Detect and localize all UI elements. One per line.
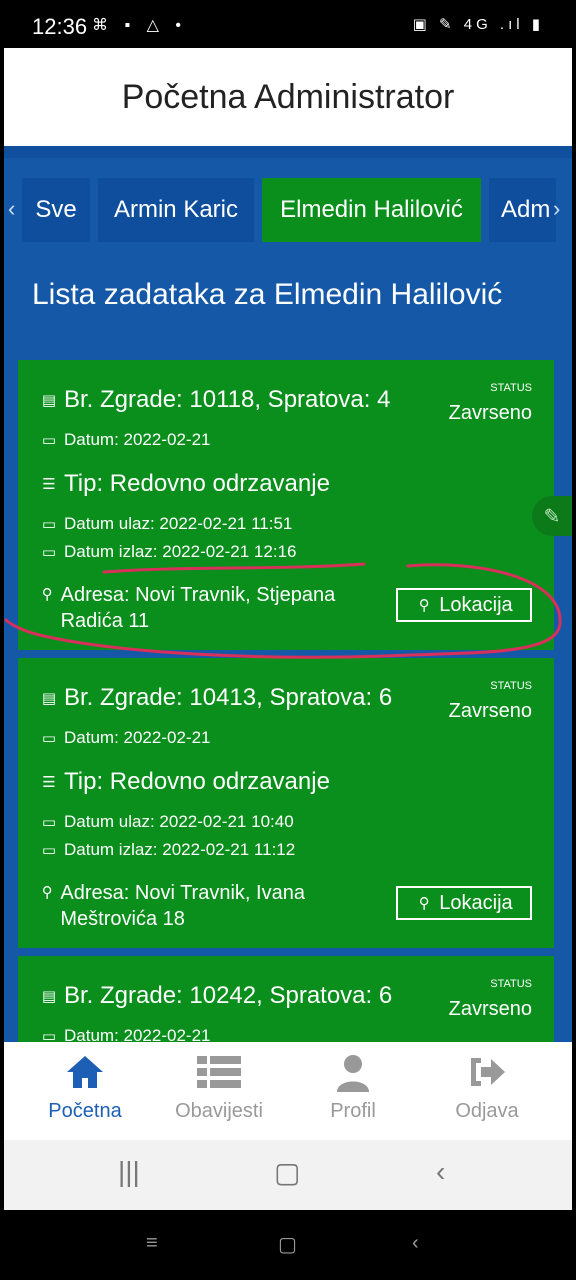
date-text: Datum: 2022-02-21 <box>64 430 211 449</box>
edit-icon[interactable]: ✎ <box>532 496 572 536</box>
exit-time-row: ▭ Datum izlaz: 2022-02-21 12:16 <box>40 542 297 562</box>
system-navigation-bar: ||| ▢ ‹ <box>4 1140 572 1210</box>
nav-profil[interactable]: Profil <box>282 1042 424 1140</box>
calendar-icon: ▭ <box>41 814 57 831</box>
back-icon[interactable]: ‹ <box>412 1232 419 1255</box>
list-icon: ☰ <box>42 774 56 791</box>
task-card[interactable]: ▤ Br. Zgrade: 10118, Spratova: 4 STATUS Z… <box>18 360 554 650</box>
recent-apps-icon[interactable]: ||| <box>118 1156 140 1188</box>
chevron-left-icon[interactable]: ‹ <box>8 196 15 222</box>
entry-time-text: Datum ulaz: 2022-02-21 11:51 <box>64 514 293 533</box>
entry-time-text: Datum ulaz: 2022-02-21 10:40 <box>64 812 294 831</box>
address-text: Adresa: Novi Travnik, Ivana Meštrovića 1… <box>60 882 305 930</box>
building-icon: ▤ <box>41 690 57 707</box>
status-label: STATUS <box>490 680 532 692</box>
tab-elmedin-halilovic[interactable]: Elmedin Halilović <box>262 178 481 242</box>
tab-sve[interactable]: Sve <box>22 178 90 242</box>
building-row: ▤ Br. Zgrade: 10242, Spratova: 6 <box>40 982 392 1010</box>
status-value: Zavrseno <box>448 700 532 722</box>
location-button-label: Lokacija <box>439 593 513 616</box>
notification-icons: ⌘ ▪ △ • <box>92 17 187 34</box>
status-value: Zavrseno <box>448 402 532 424</box>
location-button-label: Lokacija <box>439 891 513 914</box>
type-text: Tip: Redovno odrzavanje <box>64 768 330 795</box>
calendar-icon: ▭ <box>41 544 57 561</box>
building-row: ▤ Br. Zgrade: 10118, Spratova: 4 <box>40 386 391 414</box>
calendar-icon: ▭ <box>41 432 57 449</box>
chevron-right-icon[interactable]: › <box>553 196 560 222</box>
location-button[interactable]: ⚲ Lokacija <box>396 886 532 920</box>
status-value: Zavrseno <box>448 998 532 1020</box>
device-navigation-bar: ≡ ▢ ‹ <box>0 1210 576 1280</box>
date-text: Datum: 2022-02-21 <box>64 1026 211 1042</box>
date-text: Datum: 2022-02-21 <box>64 728 211 747</box>
status-bar: 12:36 ⌘ ▪ △ • ▣ ✎ 4G .ıl ▮ <box>0 0 576 48</box>
map-pin-icon: ⚲ <box>418 597 430 614</box>
building-icon: ▤ <box>41 988 57 1005</box>
entry-time-row: ▭ Datum ulaz: 2022-02-21 11:51 <box>40 514 292 534</box>
app-header: Početna Administrator <box>4 48 572 146</box>
panel-top-strip <box>4 146 572 158</box>
exit-time-text: Datum izlaz: 2022-02-21 12:16 <box>64 542 297 561</box>
bottom-navigation: Početna Obavijesti Profil Odjava <box>4 1042 572 1140</box>
exit-time-text: Datum izlaz: 2022-02-21 11:12 <box>64 840 296 859</box>
calendar-icon: ▭ <box>41 516 57 533</box>
nav-label: Obavijesti <box>175 1100 263 1122</box>
task-card[interactable]: ▤ Br. Zgrade: 10242, Spratova: 6 STATUS Z… <box>18 956 554 1042</box>
system-status-icons: ▣ ✎ 4G .ıl ▮ <box>412 16 544 33</box>
building-icon: ▤ <box>41 392 57 409</box>
home-icon <box>14 1054 156 1094</box>
main-panel: ‹ Sve Armin Karic Elmedin Halilović Adm … <box>4 146 572 1042</box>
tab-armin-karic[interactable]: Armin Karic <box>98 178 254 242</box>
logout-icon <box>416 1054 558 1094</box>
list-title: Lista zadataka za Elmedin Halilović <box>32 278 503 311</box>
home-button-icon[interactable]: ▢ <box>274 1156 300 1189</box>
building-info: Br. Zgrade: 10242, Spratova: 6 <box>64 982 393 1009</box>
building-info: Br. Zgrade: 10118, Spratova: 4 <box>64 386 391 413</box>
nav-odjava[interactable]: Odjava <box>416 1042 558 1140</box>
list-icon <box>148 1054 290 1094</box>
map-pin-icon: ⚲ <box>41 586 53 603</box>
home-button-icon[interactable]: ▢ <box>278 1232 297 1257</box>
address-row: ⚲ Adresa: Novi Travnik, Stjepana Radića 1… <box>40 582 360 634</box>
building-info: Br. Zgrade: 10413, Spratova: 6 <box>64 684 393 711</box>
date-row: ▭ Datum: 2022-02-21 <box>40 728 211 748</box>
location-button[interactable]: ⚲ Lokacija <box>396 588 532 622</box>
tab-adm[interactable]: Adm <box>489 178 556 242</box>
nav-pocetna[interactable]: Početna <box>14 1042 156 1140</box>
menu-icon[interactable]: ≡ <box>146 1232 158 1255</box>
calendar-icon: ▭ <box>41 842 57 859</box>
list-icon: ☰ <box>42 476 56 493</box>
map-pin-icon: ⚲ <box>41 884 53 901</box>
calendar-icon: ▭ <box>41 730 57 747</box>
user-tabs[interactable]: ‹ Sve Armin Karic Elmedin Halilović Adm … <box>4 178 572 242</box>
entry-time-row: ▭ Datum ulaz: 2022-02-21 10:40 <box>40 812 294 832</box>
map-pin-icon: ⚲ <box>418 895 430 912</box>
nav-label: Odjava <box>455 1100 519 1122</box>
nav-label: Početna <box>48 1100 122 1122</box>
type-row: ☰ Tip: Redovno odrzavanje <box>40 470 330 498</box>
address-text: Adresa: Novi Travnik, Stjepana Radića 11 <box>60 584 336 632</box>
date-row: ▭ Datum: 2022-02-21 <box>40 430 211 450</box>
building-row: ▤ Br. Zgrade: 10413, Spratova: 6 <box>40 684 392 712</box>
type-text: Tip: Redovno odrzavanje <box>64 470 330 497</box>
address-row: ⚲ Adresa: Novi Travnik, Ivana Meštrovića … <box>40 880 360 932</box>
exit-time-row: ▭ Datum izlaz: 2022-02-21 11:12 <box>40 840 295 860</box>
nav-obavijesti[interactable]: Obavijesti <box>148 1042 290 1140</box>
date-row: ▭ Datum: 2022-02-21 <box>40 1026 211 1042</box>
back-icon[interactable]: ‹ <box>436 1156 445 1188</box>
status-label: STATUS <box>490 978 532 990</box>
page-title: Početna Administrator <box>121 77 455 116</box>
status-label: STATUS <box>490 382 532 394</box>
status-time: 12:36 <box>32 14 88 39</box>
user-icon <box>282 1054 424 1094</box>
calendar-icon: ▭ <box>41 1028 57 1042</box>
task-card[interactable]: ▤ Br. Zgrade: 10413, Spratova: 6 STATUS Z… <box>18 658 554 948</box>
nav-label: Profil <box>330 1100 376 1122</box>
app-screen: Početna Administrator ‹ Sve Armin Karic … <box>4 48 572 1210</box>
type-row: ☰ Tip: Redovno odrzavanje <box>40 768 330 796</box>
